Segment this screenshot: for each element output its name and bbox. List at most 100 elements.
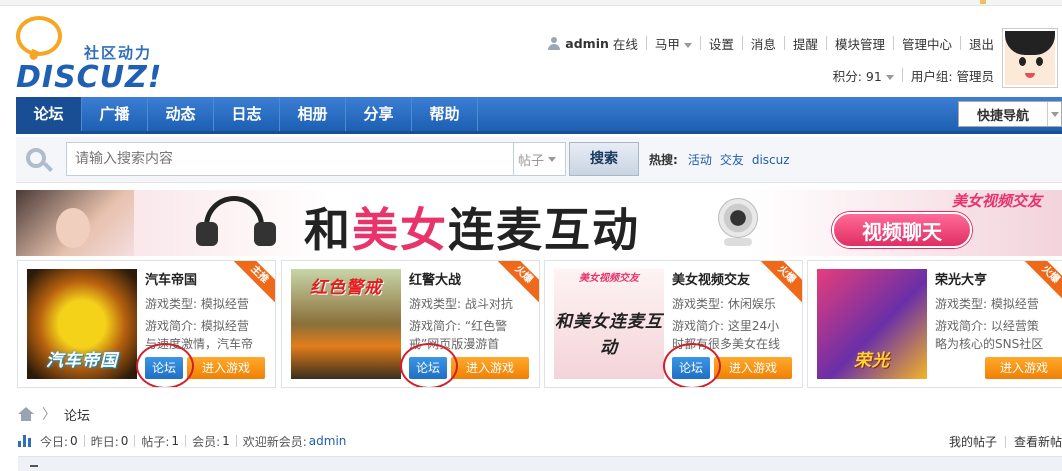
hot-search-label: 热搜: xyxy=(649,153,678,167)
collapse-icon[interactable] xyxy=(30,465,38,469)
game-thumbnail[interactable]: 汽车帝国 xyxy=(27,269,137,379)
usergroup-link[interactable]: 用户组: 管理员 xyxy=(911,66,994,85)
divider xyxy=(699,36,701,50)
nav-item-blog[interactable]: 日志 xyxy=(214,97,280,131)
module-admin-link[interactable]: 模块管理 xyxy=(835,34,885,53)
highlight-circle xyxy=(136,343,194,387)
nav-item-share[interactable]: 分享 xyxy=(346,97,412,131)
logout-link[interactable]: 退出 xyxy=(969,34,994,53)
thumbnail-text: 红色警戒 xyxy=(310,278,382,298)
home-icon[interactable] xyxy=(18,407,34,421)
highlight-circle xyxy=(400,343,458,387)
site-logo[interactable]: 社区动力 DISCUZ! xyxy=(16,16,166,95)
divider xyxy=(1004,435,1006,448)
game-thumbnail[interactable]: 美女视频交友 和美女连麦互动 xyxy=(554,269,664,379)
avatar-mouth xyxy=(1025,73,1035,78)
hot-tag-discuz[interactable]: discuz xyxy=(752,153,790,167)
user-nav: admin 在线 马甲 设置 消息 提醒 模块管理 管理中心 退出 xyxy=(547,34,994,52)
nav-item-broadcast[interactable]: 广播 xyxy=(82,97,148,131)
nav-item-feed[interactable]: 动态 xyxy=(148,97,214,131)
game-thumbnail[interactable]: 红色警戒 xyxy=(291,269,401,379)
game-title[interactable]: 汽车帝国 xyxy=(145,269,197,288)
main-nav: 论坛 广播 动态 日志 相册 分享 帮助 快捷导航 xyxy=(16,97,1062,134)
webcam-icon xyxy=(710,198,764,248)
game-title[interactable]: 美女视频交友 xyxy=(672,269,750,288)
game-thumbnail[interactable]: 荣光 xyxy=(817,269,927,379)
my-posts-link[interactable]: 我的帖子 xyxy=(949,433,997,450)
search-input[interactable] xyxy=(66,142,514,176)
nav-item-forum[interactable]: 论坛 xyxy=(16,97,82,131)
settings-link[interactable]: 设置 xyxy=(709,34,734,53)
enter-game-button[interactable]: 进入游戏 xyxy=(985,357,1062,379)
username-link[interactable]: admin xyxy=(565,36,609,51)
divider xyxy=(645,36,647,50)
ad-banner[interactable]: 和美女连麦互动 美女视频交友 视频聊天 xyxy=(16,190,1062,256)
enter-game-button[interactable]: 进入游戏 xyxy=(451,357,529,379)
view-new-posts-link[interactable]: 查看新帖 xyxy=(1014,433,1062,450)
game-title[interactable]: 红警大战 xyxy=(409,269,461,288)
divider xyxy=(741,36,743,50)
notifications-link[interactable]: 提醒 xyxy=(793,34,818,53)
credits-menu[interactable]: 积分: 91 xyxy=(833,66,894,85)
divider xyxy=(783,36,785,50)
divider xyxy=(185,435,187,447)
newest-member-link[interactable]: admin xyxy=(309,434,347,448)
game-intro-cont: 略为核心的SNS社区 xyxy=(935,337,1044,351)
avatar-image xyxy=(1005,31,1055,85)
stat-label: 今日: xyxy=(40,434,69,449)
chevron-down-icon xyxy=(683,42,692,48)
game-intro: 游戏简介: “红色警 xyxy=(409,319,508,333)
quick-nav-button[interactable]: 快捷导航 xyxy=(958,101,1062,127)
hot-tag-activity[interactable]: 活动 xyxy=(688,151,712,168)
chevron-down-icon xyxy=(1050,111,1059,117)
stat-yesterday: 0 xyxy=(120,434,129,448)
game-card: 荣光 荣光大亨 游戏类型: 模拟经营 游戏简介: 以经营策 略为核心的SNS社区… xyxy=(807,260,1062,388)
game-title[interactable]: 荣光大亨 xyxy=(935,269,987,288)
banner-girl-image xyxy=(16,190,134,256)
game-card: 红色警戒 红警大战 游戏类型: 战斗对抗 游戏简介: “红色警 戒”网页版漫游首… xyxy=(281,260,540,388)
game-intro: 游戏简介: 以经营策 xyxy=(935,319,1039,333)
search-icon xyxy=(26,148,53,174)
logo-wordmark: DISCUZ! xyxy=(16,60,163,95)
game-card: 美女视频交友 和美女连麦互动 美女视频交友 游戏类型: 休闲娱乐 游戏简介: 这里… xyxy=(544,260,803,388)
game-type: 游戏类型: 战斗对抗 xyxy=(409,297,513,311)
forum-list-header xyxy=(18,456,1062,471)
headphones-icon xyxy=(194,196,278,248)
search-bar: 帖子 搜索 热搜: 活动 交友 discuz xyxy=(16,137,1062,183)
breadcrumb: 〉 论坛 xyxy=(18,404,90,424)
enter-game-button[interactable]: 进入游戏 xyxy=(187,357,265,379)
thumbnail-text: 汽车帝国 xyxy=(46,351,118,371)
game-intro: 游戏简介: 这里24小 xyxy=(672,319,780,333)
post-links: 我的帖子 查看新帖 xyxy=(949,433,1062,450)
vest-menu[interactable]: 马甲 xyxy=(655,34,692,53)
avatar-eye xyxy=(1036,57,1043,66)
search-type-select[interactable]: 帖子 xyxy=(514,142,566,176)
nav-item-help[interactable]: 帮助 xyxy=(412,97,478,131)
messages-link[interactable]: 消息 xyxy=(751,34,776,53)
game-type: 游戏类型: 休闲娱乐 xyxy=(672,297,776,311)
stat-posts: 1 xyxy=(171,434,180,448)
game-card: 汽车帝国 汽车帝国 游戏类型: 模拟经营 游戏简介: 模拟经营 与速度激情，汽车… xyxy=(17,260,276,388)
divider xyxy=(825,36,827,50)
hot-tag-dating[interactable]: 交友 xyxy=(720,151,744,168)
video-chat-button[interactable]: 视频聊天 xyxy=(832,212,972,248)
nav-item-album[interactable]: 相册 xyxy=(280,97,346,131)
forum-stats: 今日: 0 昨日: 0 帖子: 1 会员: 1 欢迎新会员: admin xyxy=(18,433,346,449)
logo-bubble-icon xyxy=(16,16,62,56)
vest-menu-label: 马甲 xyxy=(654,36,680,52)
enter-game-button[interactable]: 进入游戏 xyxy=(714,357,792,379)
divider xyxy=(235,435,237,447)
search-button[interactable]: 搜索 xyxy=(569,142,639,176)
admin-center-link[interactable]: 管理中心 xyxy=(902,34,952,53)
headline-accent: 美女 xyxy=(352,203,448,256)
breadcrumb-current[interactable]: 论坛 xyxy=(64,405,90,424)
avatar[interactable] xyxy=(1002,28,1058,88)
user-info: 积分: 91 用户组: 管理员 xyxy=(833,66,994,84)
thumbnail-text: 和美女连麦互动 xyxy=(555,312,663,358)
avatar-eye xyxy=(1019,57,1026,66)
quick-nav-dropdown[interactable] xyxy=(1047,102,1061,126)
banner-tag: 美女视频交友 xyxy=(951,192,1042,210)
status-dot xyxy=(980,0,986,4)
avatar-hair xyxy=(1005,31,1055,55)
divider xyxy=(959,36,961,50)
